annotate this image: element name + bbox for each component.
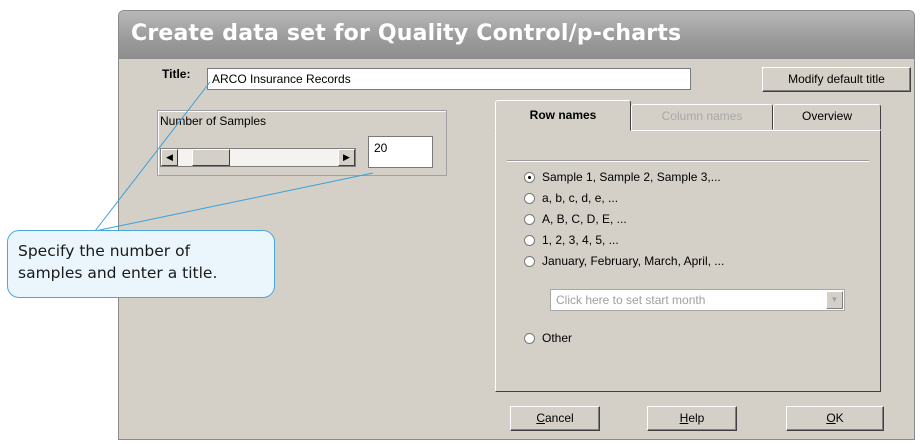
radio-icon[interactable]	[524, 214, 535, 225]
cancel-label: ancel	[544, 411, 574, 425]
radio-uppercase-letters[interactable]: A, B, C, D, E, ...	[524, 212, 627, 226]
samples-scrollbar[interactable]: ◀ ▶	[160, 148, 356, 167]
panel-divider	[507, 160, 869, 161]
modify-default-title-button[interactable]: Modify default title	[762, 67, 911, 92]
dialog-title: Create data set for Quality Control/p-ch…	[131, 21, 682, 46]
title-bar[interactable]: Create data set for Quality Control/p-ch…	[119, 11, 914, 59]
callout-line-1: Specify the number of	[18, 242, 191, 260]
radio-numbers[interactable]: 1, 2, 3, 4, 5, ...	[524, 233, 619, 247]
radio-label: Other	[542, 331, 573, 345]
help-label: elp	[688, 411, 705, 425]
radio-icon[interactable]	[524, 193, 535, 204]
start-month-placeholder: Click here to set start month	[556, 293, 706, 307]
radio-icon[interactable]	[524, 256, 535, 267]
callout-line-2: samples and enter a title.	[18, 264, 218, 282]
radio-icon[interactable]	[524, 235, 535, 246]
help-button[interactable]: Help	[647, 406, 737, 431]
ok-mnemonic: O	[826, 411, 836, 425]
radio-sample-names[interactable]: Sample 1, Sample 2, Sample 3,...	[524, 170, 721, 184]
instruction-callout: Specify the number of samples and enter …	[7, 230, 275, 298]
radio-label: A, B, C, D, E, ...	[542, 212, 627, 226]
radio-selected-icon[interactable]	[524, 172, 535, 183]
scroll-thumb[interactable]	[192, 149, 230, 166]
samples-count-input[interactable]: 20	[368, 136, 433, 168]
tab-overview[interactable]: Overview	[773, 104, 881, 130]
start-month-dropdown[interactable]: Click here to set start month ▼	[550, 289, 845, 311]
radio-label: 1, 2, 3, 4, 5, ...	[542, 233, 619, 247]
chevron-down-icon[interactable]: ▼	[826, 291, 843, 309]
radio-months[interactable]: January, February, March, April, ...	[524, 254, 724, 268]
radio-other[interactable]: Other	[524, 331, 572, 345]
radio-label: a, b, c, d, e, ...	[542, 191, 619, 205]
radio-icon[interactable]	[524, 333, 535, 344]
scroll-left-arrow-icon[interactable]: ◀	[161, 149, 178, 166]
title-input[interactable]: ARCO Insurance Records	[207, 68, 691, 90]
scroll-right-arrow-icon[interactable]: ▶	[338, 149, 355, 166]
radio-label: Sample 1, Sample 2, Sample 3,...	[542, 170, 721, 184]
radio-lowercase-letters[interactable]: a, b, c, d, e, ...	[524, 191, 618, 205]
ok-button[interactable]: OK	[786, 406, 884, 431]
tab-row-names[interactable]: Row names	[495, 100, 631, 131]
tab-column-names[interactable]: Column names	[631, 104, 773, 130]
cancel-button[interactable]: Cancel	[510, 406, 600, 431]
title-label: Title:	[162, 67, 191, 81]
number-of-samples-label: Number of Samples	[160, 114, 267, 128]
ok-label: K	[835, 411, 844, 425]
radio-label: January, February, March, April, ...	[542, 254, 725, 268]
cancel-mnemonic: C	[536, 411, 545, 425]
